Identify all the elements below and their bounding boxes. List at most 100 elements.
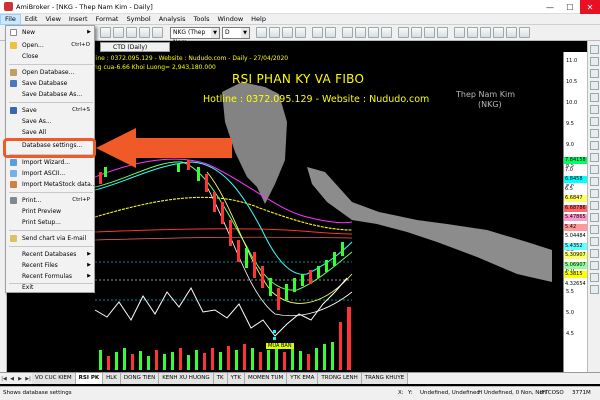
right-tool-icon[interactable]	[590, 225, 599, 234]
chart-window-tab[interactable]: CTD (Daily)	[100, 42, 170, 52]
close-icon[interactable]: ✕	[580, 0, 600, 14]
menu-item-exit[interactable]: Exit	[6, 282, 94, 293]
menu-item-save-as[interactable]: Save As...	[6, 116, 94, 127]
menu-view[interactable]: View	[41, 14, 64, 25]
menu-item-import-wizard[interactable]: Import Wizard...	[6, 157, 94, 168]
right-tool-icon[interactable]	[590, 177, 599, 186]
toolbar-zoom-in-icon[interactable]	[312, 27, 323, 38]
right-tool-icon[interactable]	[590, 249, 599, 258]
menu-item-save-all[interactable]: Save All	[6, 127, 94, 138]
toolbar-line-icon[interactable]	[282, 27, 293, 38]
menu-item-recent-formulas[interactable]: Recent Formulas ▶	[6, 271, 94, 282]
toolbar-trendline-icon[interactable]	[355, 27, 366, 38]
toolbar-arc-icon[interactable]	[411, 27, 422, 38]
toolbar-text-icon[interactable]	[381, 27, 392, 38]
maximize-icon[interactable]: ☐	[560, 0, 580, 14]
right-tool-icon[interactable]	[590, 261, 599, 270]
tab-trong-lenh[interactable]: TRONG LENH	[318, 373, 362, 384]
right-tool-icon[interactable]	[590, 165, 599, 174]
toolbar-print-icon[interactable]	[139, 27, 150, 38]
tab-ytk[interactable]: YTK	[227, 373, 245, 384]
tab-momen-tum[interactable]: MOMEN TUM	[244, 373, 288, 384]
right-tool-icon[interactable]	[590, 189, 599, 198]
menu-window[interactable]: Window	[214, 14, 248, 25]
toolbar-explore-icon[interactable]	[493, 27, 504, 38]
tab-vo-cuc-kiem[interactable]: VO CUC KIEM	[32, 373, 76, 384]
menu-format[interactable]: Format	[92, 14, 123, 25]
menu-item-print-preview[interactable]: Print Preview	[6, 206, 94, 217]
menu-insert[interactable]: Insert	[65, 14, 92, 25]
toolbar-zoom-out-icon[interactable]	[325, 27, 336, 38]
tab-rsi-pk[interactable]: RSI PK	[75, 373, 104, 384]
toolbar-new-icon[interactable]	[100, 27, 111, 38]
tab-nav-last-icon[interactable]: ▶|	[24, 374, 32, 384]
right-tool-icon[interactable]	[590, 105, 599, 114]
menu-item-send-email[interactable]: Send chart via E-mail	[6, 233, 94, 244]
menu-symbol[interactable]: Symbol	[122, 14, 154, 25]
right-tool-icon[interactable]	[590, 237, 599, 246]
menu-item-save[interactable]: Save Ctrl+S	[6, 105, 94, 116]
menu-item-save-database[interactable]: Save Database	[6, 78, 94, 89]
toolbar-backtest-icon[interactable]	[506, 27, 517, 38]
menu-item-print-setup[interactable]: Print Setup...	[6, 217, 94, 228]
right-tool-icon[interactable]	[590, 69, 599, 78]
tab-kenh-xu-huong[interactable]: KENH XU HUONG	[159, 373, 214, 384]
minimize-icon[interactable]: —	[540, 0, 560, 14]
menu-item-open[interactable]: Open... Ctrl+O	[6, 40, 94, 51]
menu-item-import-metastock[interactable]: Import MetaStock data...	[6, 179, 96, 190]
chevron-down-icon[interactable]: ▼	[211, 28, 219, 38]
tab-dong-tien[interactable]: DONG TIEN	[120, 373, 160, 384]
tab-nav-first-icon[interactable]: |◀	[0, 374, 8, 384]
toolbar-zoom-icon[interactable]	[152, 27, 163, 38]
price-axis[interactable]: 11.010.510.09.59.08.58.07.57.06.56.05.55…	[563, 52, 587, 372]
toolbar-ray-icon[interactable]	[368, 27, 379, 38]
right-tool-icon[interactable]	[590, 45, 599, 54]
tab-nav-prev-icon[interactable]: ◀	[8, 374, 16, 384]
tab-trang-khuye[interactable]: TRANG KHUYE	[361, 373, 409, 384]
menu-item-import-ascii[interactable]: Import ASCII...	[6, 168, 94, 179]
toolbar-gann-icon[interactable]	[437, 27, 448, 38]
toolbar-color-icon[interactable]	[454, 27, 465, 38]
toolbar-scan-icon[interactable]	[480, 27, 491, 38]
menu-item-open-database[interactable]: Open Database...	[6, 67, 94, 78]
right-tool-icon[interactable]	[590, 57, 599, 66]
toolbar-save-icon[interactable]	[126, 27, 137, 38]
menu-item-save-database-as[interactable]: Save Database As...	[6, 89, 94, 100]
toolbar-open-icon[interactable]	[113, 27, 124, 38]
menu-item-new[interactable]: New ▶	[6, 27, 94, 38]
right-tool-icon[interactable]	[590, 273, 599, 282]
right-tool-icon[interactable]	[590, 201, 599, 210]
menu-tools[interactable]: Tools	[189, 14, 213, 25]
interval-combo[interactable]: D ▼	[222, 27, 250, 39]
toolbar-candle-icon[interactable]	[295, 27, 306, 38]
symbol-combo[interactable]: NKG (Thep Nam ▼	[170, 27, 220, 46]
toolbar-optimize-icon[interactable]	[519, 27, 530, 38]
menu-item-recent-files[interactable]: Recent Files ▶	[6, 260, 94, 271]
tab-hlk[interactable]: HLK	[103, 373, 121, 384]
right-tool-icon[interactable]	[590, 141, 599, 150]
menu-help[interactable]: Help	[247, 14, 270, 25]
toolbar-cycle-icon[interactable]	[424, 27, 435, 38]
right-tool-icon[interactable]	[590, 93, 599, 102]
right-tool-icon[interactable]	[590, 153, 599, 162]
menu-item-print[interactable]: Print... Ctrl+P	[6, 195, 94, 206]
right-tool-icon[interactable]	[590, 117, 599, 126]
right-tool-icon[interactable]	[590, 285, 599, 294]
toolbar-fibo-icon[interactable]	[398, 27, 409, 38]
toolbar-bar-icon[interactable]	[269, 27, 280, 38]
menu-edit[interactable]: Edit	[21, 14, 42, 25]
right-tool-icon[interactable]	[590, 81, 599, 90]
toolbar-chart-icon[interactable]	[256, 27, 267, 38]
toolbar-pointer-icon[interactable]	[342, 27, 353, 38]
tab-tk[interactable]: TK	[213, 373, 228, 384]
menu-item-recent-databases[interactable]: Recent Databases ▶	[6, 249, 94, 260]
tab-ytk-ema[interactable]: YTK EMA	[287, 373, 319, 384]
right-tool-icon[interactable]	[590, 129, 599, 138]
menu-file[interactable]: File	[0, 13, 21, 25]
tab-nav-next-icon[interactable]: ▶	[16, 374, 24, 384]
right-tool-icon[interactable]	[590, 213, 599, 222]
chevron-down-icon[interactable]: ▼	[241, 28, 249, 38]
toolbar-layer-icon[interactable]	[467, 27, 478, 38]
menu-analysis[interactable]: Analysis	[155, 14, 190, 25]
menu-item-close[interactable]: Close	[6, 51, 94, 62]
